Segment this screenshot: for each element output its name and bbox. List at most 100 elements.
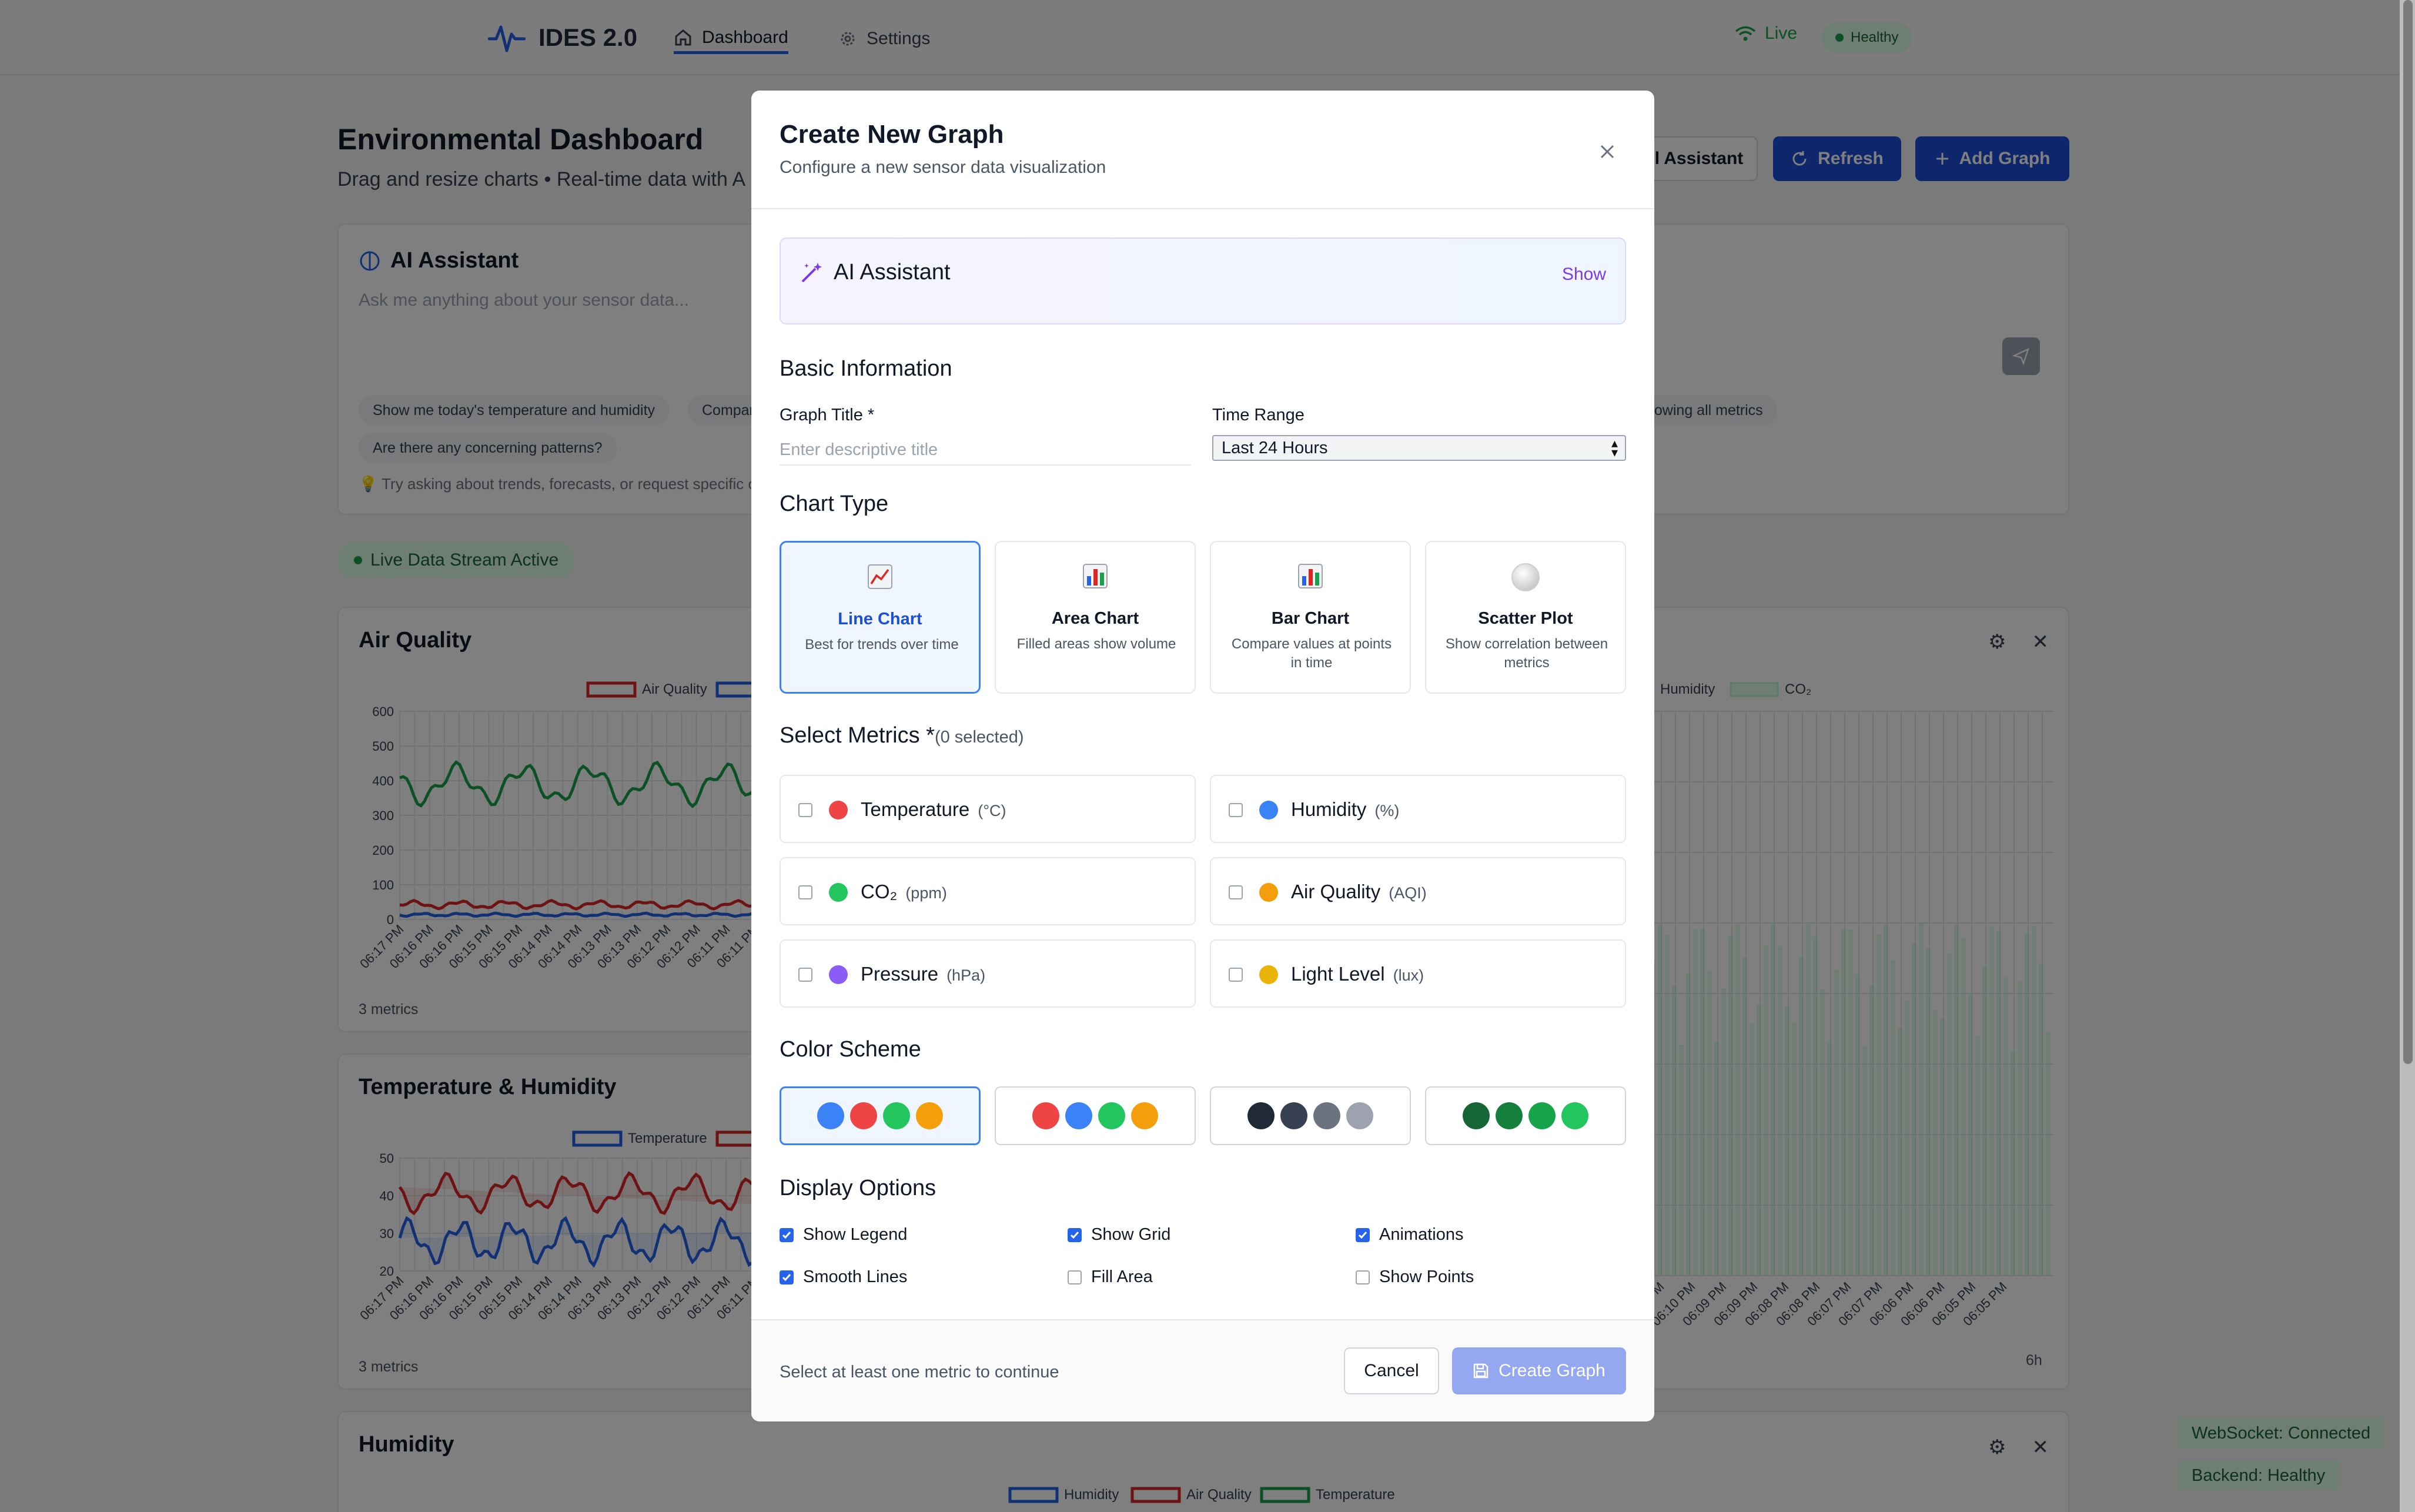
display-options-heading: Display Options	[780, 1176, 936, 1200]
metric-checkbox[interactable]	[798, 885, 812, 899]
metric-color-dot	[829, 965, 848, 984]
option-show-grid[interactable]: Show Grid	[1068, 1225, 1170, 1245]
option-label: Show Grid	[1091, 1225, 1171, 1244]
metric-checkbox[interactable]	[798, 803, 812, 817]
chart-type-scatter[interactable]: Scatter Plot Show correlation between me…	[1425, 541, 1626, 694]
save-icon	[1473, 1363, 1489, 1379]
metric-option-pressure[interactable]: Pressure (hPa)	[780, 939, 1196, 1008]
button-label: Cancel	[1364, 1361, 1419, 1380]
metric-label: Humidity (%)	[1291, 798, 1399, 821]
ai-assistant-toggle[interactable]: Show	[1562, 265, 1606, 285]
metric-checkbox[interactable]	[798, 968, 812, 982]
time-range-label: Time Range	[1212, 406, 1304, 424]
color-swatch	[1496, 1102, 1523, 1129]
color-swatch	[817, 1102, 844, 1129]
color-swatch	[916, 1102, 943, 1129]
chart-type-desc: Best for trends over time	[805, 637, 959, 653]
metric-option-co2[interactable]: CO₂ (ppm)	[780, 857, 1196, 925]
metric-color-dot	[1259, 801, 1278, 819]
metric-unit: (lux)	[1393, 966, 1424, 984]
metric-option-light-level[interactable]: Light Level (lux)	[1210, 939, 1626, 1008]
line-chart-icon	[868, 564, 892, 589]
ai-assistant-text: AI Assistant	[834, 260, 951, 285]
chart-type-line[interactable]: Line Chart Best for trends over time	[780, 541, 981, 694]
metrics-heading-text: Select Metrics *	[780, 723, 935, 748]
color-swatch	[1247, 1102, 1275, 1129]
chart-type-desc: Show correlation between metrics	[1445, 636, 1608, 671]
bar-chart-icon	[1298, 564, 1323, 588]
option-smooth-lines[interactable]: Smooth Lines	[780, 1267, 907, 1287]
metric-color-dot	[1259, 883, 1278, 902]
option-animations[interactable]: Animations	[1356, 1225, 1463, 1245]
ai-assistant-section[interactable]: AI Assistant Show	[780, 237, 1626, 325]
chart-type-name: Scatter Plot	[1478, 609, 1573, 628]
metric-option-humidity[interactable]: Humidity (%)	[1210, 775, 1626, 843]
footer-hint: Select at least one metric to continue	[780, 1363, 1059, 1381]
checkbox-checked[interactable]	[780, 1227, 794, 1242]
dialog-title: Create New Graph	[780, 120, 1004, 149]
color-swatch	[1280, 1102, 1307, 1129]
metric-label: Light Level (lux)	[1291, 963, 1424, 985]
color-scheme-heading: Color Scheme	[780, 1037, 921, 1062]
chart-type-name: Area Chart	[1051, 609, 1139, 628]
metric-unit: (hPa)	[946, 966, 986, 984]
chart-type-desc: Filled areas show volume	[1016, 636, 1176, 652]
graph-title-input[interactable]: Enter descriptive title	[780, 435, 1191, 466]
option-fill-area[interactable]: Fill Area	[1068, 1267, 1153, 1287]
option-show-legend[interactable]: Show Legend	[780, 1225, 907, 1245]
time-range-value: Last 24 Hours	[1222, 438, 1328, 457]
checkbox-unchecked[interactable]	[1356, 1270, 1370, 1284]
graph-title-label: Graph Title *	[780, 406, 875, 424]
create-graph-dialog: Create New Graph Configure a new sensor …	[751, 91, 1654, 1421]
close-button[interactable]	[1591, 135, 1624, 168]
chart-type-name: Line Chart	[838, 610, 922, 628]
dialog-footer: Select at least one metric to continue C…	[751, 1319, 1654, 1421]
metric-label: Temperature (°C)	[861, 798, 1006, 821]
magic-wand-icon	[801, 262, 822, 282]
option-label: Fill Area	[1091, 1267, 1153, 1286]
cancel-button[interactable]: Cancel	[1344, 1347, 1439, 1394]
metric-unit: (ppm)	[905, 884, 947, 902]
color-swatch	[1098, 1102, 1125, 1129]
color-scheme-option-2[interactable]	[995, 1086, 1196, 1145]
checkbox-unchecked[interactable]	[1068, 1270, 1082, 1284]
option-label: Show Points	[1379, 1267, 1474, 1286]
chart-type-area[interactable]: Area Chart Filled areas show volume	[995, 541, 1196, 694]
metric-name: Light Level	[1291, 963, 1385, 985]
checkbox-checked[interactable]	[1068, 1227, 1082, 1242]
close-icon	[1600, 145, 1614, 159]
color-swatch	[1463, 1102, 1490, 1129]
basic-info-heading: Basic Information	[780, 356, 952, 381]
metric-checkbox[interactable]	[1229, 803, 1243, 817]
color-swatch	[1346, 1102, 1373, 1129]
create-graph-button[interactable]: Create Graph	[1452, 1347, 1626, 1394]
color-scheme-option-4[interactable]	[1425, 1086, 1626, 1145]
metric-unit: (°C)	[978, 802, 1006, 819]
metric-checkbox[interactable]	[1229, 968, 1243, 982]
metric-option-temperature[interactable]: Temperature (°C)	[780, 775, 1196, 843]
option-label: Show Legend	[803, 1225, 908, 1244]
metric-option-air-quality[interactable]: Air Quality (AQI)	[1210, 857, 1626, 925]
option-show-points[interactable]: Show Points	[1356, 1267, 1474, 1287]
checkbox-checked[interactable]	[780, 1270, 794, 1284]
option-label: Animations	[1379, 1225, 1464, 1244]
time-range-select[interactable]: Last 24 Hours ▴ ▾	[1212, 435, 1626, 461]
metric-checkbox[interactable]	[1229, 885, 1243, 899]
color-swatch	[1528, 1102, 1556, 1129]
metric-name: CO₂	[861, 881, 898, 902]
checkbox-checked[interactable]	[1356, 1227, 1370, 1242]
metric-label: Pressure (hPa)	[861, 963, 985, 985]
color-swatch	[850, 1102, 877, 1129]
color-swatch	[1313, 1102, 1340, 1129]
chart-type-bar[interactable]: Bar Chart Compare values at points in ti…	[1210, 541, 1411, 694]
metric-unit: (AQI)	[1389, 884, 1427, 902]
dialog-subtitle: Configure a new sensor data visualizatio…	[780, 158, 1106, 177]
metric-unit: (%)	[1374, 802, 1400, 819]
scrollbar-thumb[interactable]	[2403, 0, 2413, 1064]
button-label: Create Graph	[1498, 1361, 1605, 1380]
header-divider	[751, 208, 1654, 209]
color-swatch	[883, 1102, 910, 1129]
ai-assistant-label: AI Assistant	[800, 260, 951, 285]
color-scheme-option-1[interactable]	[780, 1086, 981, 1145]
color-scheme-option-3[interactable]	[1210, 1086, 1411, 1145]
